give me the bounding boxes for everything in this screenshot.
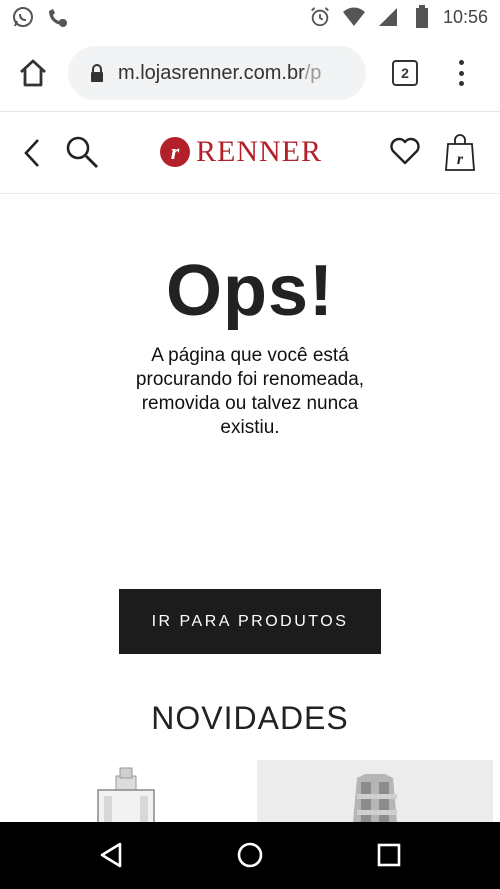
signal-icon [375, 4, 401, 30]
address-bar[interactable]: m.lojasrenner.com.br/p [68, 46, 366, 100]
system-navigation-bar [0, 822, 500, 889]
home-button[interactable] [16, 56, 50, 90]
browser-toolbar: m.lojasrenner.com.br/p 2 [0, 34, 500, 112]
status-time: 10:56 [442, 6, 488, 27]
go-to-products-button[interactable]: IR PARA PRODUTOS [119, 589, 381, 654]
logo-mark: r [160, 137, 190, 167]
whatsapp-icon [10, 4, 36, 30]
heart-icon [390, 137, 420, 165]
status-bar: 10:56 [0, 0, 500, 34]
menu-dot [458, 60, 464, 65]
search-button[interactable] [64, 134, 100, 170]
url-domain: m.lojasrenner.com.br [118, 61, 305, 84]
section-title: NOVIDADES [151, 700, 349, 736]
alarm-icon [307, 4, 333, 30]
renner-logo[interactable]: r RENNER [160, 132, 322, 172]
url-path: /p [304, 61, 322, 84]
battery-icon [409, 4, 435, 30]
home-icon [20, 59, 46, 87]
svg-text:r: r [457, 151, 464, 168]
site-header: r RENNER r [0, 112, 500, 194]
back-button[interactable] [20, 136, 46, 170]
wristwatch-icon [353, 774, 397, 822]
error-title: Ops! [165, 251, 334, 331]
wifi-icon [341, 4, 367, 30]
menu-dot [458, 81, 464, 86]
nav-recents-button[interactable] [374, 840, 404, 870]
square-recents-icon [377, 843, 401, 867]
chevron-left-icon [24, 139, 39, 167]
url-text: m.lojasrenner.com.br/p [118, 62, 354, 85]
shopping-bag-button[interactable]: r [444, 132, 476, 172]
circle-home-icon [237, 842, 263, 868]
search-icon [66, 136, 98, 168]
product-card[interactable] [8, 760, 244, 822]
perfume-bottle-icon [97, 767, 155, 822]
lock-icon [91, 64, 103, 82]
tabs-button[interactable]: 2 [392, 60, 418, 86]
shopping-bag-icon: r [445, 134, 475, 171]
product-card[interactable] [257, 760, 493, 822]
nav-home-button[interactable] [235, 840, 265, 870]
menu-dot [458, 70, 464, 76]
triangle-back-icon [100, 842, 122, 868]
wishlist-button[interactable] [388, 134, 422, 168]
error-message: A página que você está procurando foi re… [135, 345, 365, 438]
overflow-menu-button[interactable] [452, 56, 470, 90]
missed-call-icon [44, 4, 70, 30]
nav-back-button[interactable] [96, 840, 126, 870]
logo-text: RENNER [196, 135, 322, 168]
